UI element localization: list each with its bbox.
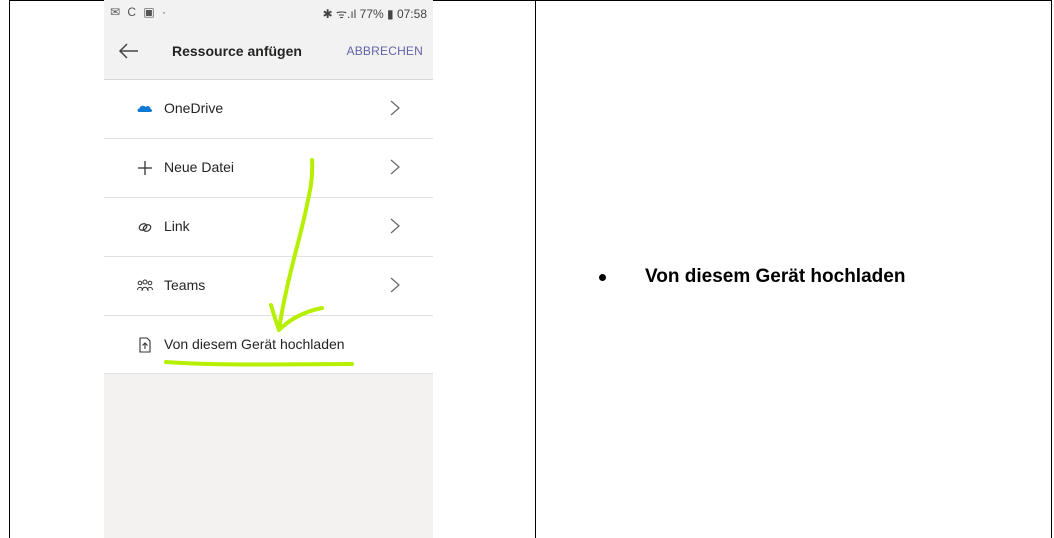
upload-file-icon	[139, 337, 151, 353]
list-item-teams[interactable]: Teams	[104, 257, 433, 316]
chevron-right-icon	[390, 159, 400, 175]
phone-screenshot: ✉ C ▣ · ✱ ᯤ.ıl 77% ▮ 07:58 Ressource anf…	[104, 0, 433, 538]
back-arrow-icon[interactable]	[118, 40, 140, 62]
status-bar: ✉ C ▣ · ✱ ᯤ.ıl 77% ▮ 07:58	[104, 0, 433, 24]
onedrive-cloud-icon	[137, 105, 152, 112]
chevron-right-icon	[390, 277, 400, 293]
list-item-new-file[interactable]: Neue Datei	[104, 139, 433, 198]
bullet-point-icon	[599, 274, 606, 281]
plus-icon	[138, 161, 152, 175]
list-item-label: Von diesem Gerät hochladen	[164, 336, 345, 352]
list-item-label: Teams	[164, 277, 206, 293]
list-item-label: Neue Datei	[164, 159, 235, 175]
status-icons-left: ✉ C ▣ ·	[110, 5, 169, 19]
link-icon	[138, 223, 152, 232]
chevron-right-icon	[390, 100, 400, 116]
list-item-label: OneDrive	[164, 100, 224, 116]
page-title: Ressource anfügen	[172, 43, 302, 59]
list-item-label: Link	[164, 218, 190, 234]
teams-people-icon	[137, 279, 153, 292]
list-item-link[interactable]: Link	[104, 198, 433, 257]
list-item-upload-from-device[interactable]: Von diesem Gerät hochladen	[104, 316, 433, 375]
app-bar: Ressource anfügen ABBRECHEN	[104, 24, 433, 80]
empty-content-area	[104, 373, 433, 538]
list-item-onedrive[interactable]: OneDrive	[104, 80, 433, 139]
status-info-right: ✱ ᯤ.ıl 77% ▮ 07:58	[322, 7, 427, 21]
chevron-right-icon	[390, 218, 400, 234]
attach-options-list: OneDrive Neue Datei Link Teams Von diese…	[104, 80, 433, 375]
instruction-bullet-text: Von diesem Gerät hochladen	[645, 266, 906, 287]
table-column-divider	[535, 0, 536, 538]
cancel-button[interactable]: ABBRECHEN	[347, 44, 423, 58]
